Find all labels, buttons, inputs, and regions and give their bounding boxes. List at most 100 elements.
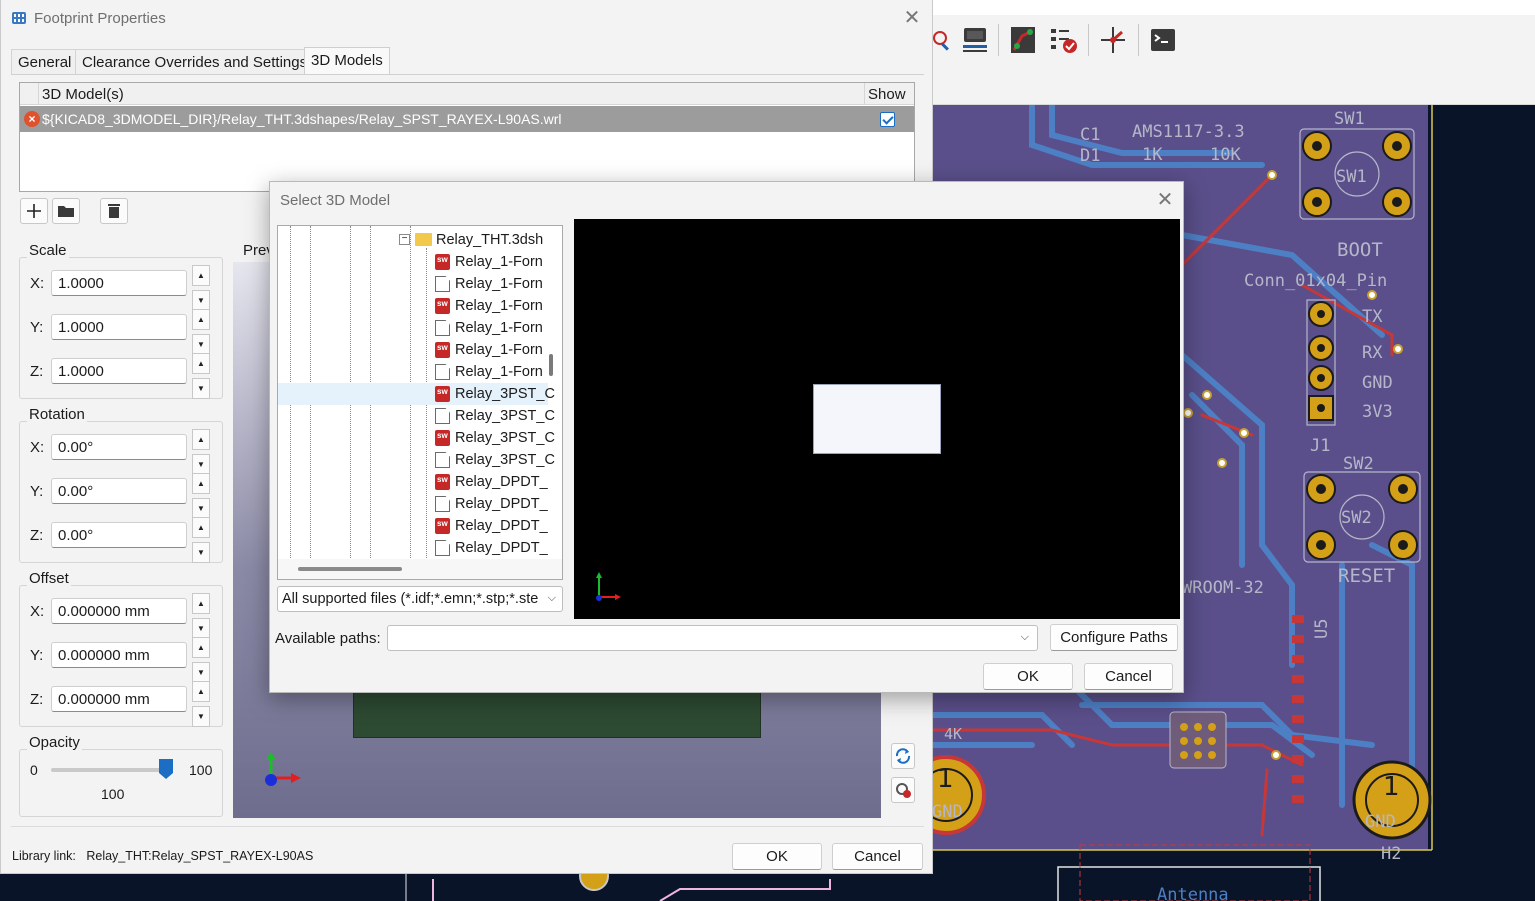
rotation-x-field[interactable]: 0.00° xyxy=(51,434,187,460)
opacity-value: 100 xyxy=(101,786,125,802)
library-link-label: Library link: xyxy=(12,849,76,863)
offset-x-field[interactable]: 0.000000 mm xyxy=(51,598,187,624)
tab-3d-models[interactable]: 3D Models xyxy=(304,47,390,75)
tree-vertical-scroll-thumb[interactable] xyxy=(549,354,553,376)
footprint-app-icon xyxy=(12,12,26,24)
silk-hole-number-right: 1 xyxy=(1383,772,1400,802)
tree-file-label: Relay_1-Forn xyxy=(455,254,543,270)
tree-file-label: Relay_3PST_C xyxy=(455,452,555,468)
scale-z-spinner[interactable]: ▲ ▼ xyxy=(192,353,210,401)
3d-model-viewer[interactable] xyxy=(574,219,1180,619)
spin-up-icon: ▲ xyxy=(192,473,210,494)
preview-settings-button[interactable] xyxy=(891,777,915,803)
inspect-icon[interactable] xyxy=(932,24,962,56)
pcb-canvas-lower xyxy=(0,873,932,901)
tree-file-item[interactable]: Relay_3PST_C xyxy=(278,427,555,449)
toolbar-separator xyxy=(1088,24,1089,56)
spin-down-icon: ▼ xyxy=(192,498,210,519)
models-table-header: 3D Model(s) Show xyxy=(20,83,914,105)
collapse-icon[interactable]: − xyxy=(399,234,410,245)
available-paths-select[interactable]: ⌵ xyxy=(387,625,1038,651)
delete-model-button[interactable] xyxy=(100,198,128,224)
close-icon[interactable]: ✕ xyxy=(897,6,927,32)
rotation-y-spinner[interactable]: ▲ ▼ xyxy=(192,473,210,521)
offset-x-label: X: xyxy=(30,603,45,620)
silk-d1: D1 xyxy=(1080,146,1100,166)
scale-title: Scale xyxy=(27,242,69,259)
tree-file-item[interactable]: Relay_1-Forn xyxy=(278,273,548,295)
board-setup-icon[interactable] xyxy=(960,24,990,56)
solidworks-file-icon xyxy=(435,298,450,314)
scale-y-field[interactable]: 1.0000 xyxy=(51,314,187,340)
drc-icon[interactable] xyxy=(1048,24,1078,56)
tree-file-item[interactable]: Relay_DPDT_ xyxy=(278,515,548,537)
ok-button[interactable]: OK xyxy=(732,843,822,870)
silk-c1: C1 xyxy=(1080,125,1100,145)
scripting-icon[interactable] xyxy=(1098,24,1128,56)
tree-file-item[interactable]: Relay_3PST_C xyxy=(278,383,555,405)
available-paths-label: Available paths: xyxy=(275,630,381,647)
tree-file-item[interactable]: Relay_DPDT_ xyxy=(278,493,548,515)
scale-x-spinner[interactable]: ▲ ▼ xyxy=(192,265,210,313)
tree-file-item[interactable]: Relay_3PST_C xyxy=(278,449,555,471)
net-inspector-icon[interactable] xyxy=(1008,24,1038,56)
rotation-y-field[interactable]: 0.00° xyxy=(51,478,187,504)
solidworks-file-icon xyxy=(435,518,450,534)
terminal-icon[interactable] xyxy=(1148,24,1178,56)
scale-z-field[interactable]: 1.0000 xyxy=(51,358,187,384)
rotation-z-field[interactable]: 0.00° xyxy=(51,522,187,548)
tree-file-item[interactable]: Relay_1-Forn xyxy=(278,339,548,361)
show-checkbox[interactable] xyxy=(880,112,895,127)
tab-clearance-overrides[interactable]: Clearance Overrides and Settings xyxy=(75,49,315,74)
rotation-z-spinner[interactable]: ▲ ▼ xyxy=(192,517,210,565)
tree-horizontal-scroll-thumb[interactable] xyxy=(298,567,402,571)
scale-x-field[interactable]: 1.0000 xyxy=(51,270,187,296)
cancel-button[interactable]: Cancel xyxy=(1084,663,1173,690)
column-header-show[interactable]: Show xyxy=(868,86,906,103)
configure-paths-button[interactable]: Configure Paths xyxy=(1050,624,1178,651)
ok-button[interactable]: OK xyxy=(983,663,1073,690)
silk-ams: AMS1117-3.3 xyxy=(1132,122,1245,142)
tab-general[interactable]: General xyxy=(11,49,79,74)
opacity-slider-track[interactable] xyxy=(51,768,171,772)
chevron-down-icon: ⌵ xyxy=(547,592,556,604)
tree-file-item[interactable]: Relay_1-Forn xyxy=(278,251,548,273)
tree-file-item[interactable]: Relay_3PST_C xyxy=(278,405,555,427)
scale-y-spinner[interactable]: ▲ ▼ xyxy=(192,309,210,357)
silk-gnd: GND xyxy=(1362,373,1393,393)
tree-file-item[interactable]: Relay_DPDT_ xyxy=(278,537,548,559)
spin-up-icon: ▲ xyxy=(192,593,210,614)
silk-h2: H2 xyxy=(1381,844,1401,864)
offset-y-spinner[interactable]: ▲ ▼ xyxy=(192,637,210,685)
tree-file-label: Relay_3PST_C xyxy=(455,408,555,424)
model-file-tree[interactable]: − Relay_THT.3dsh Relay_1-Forn Relay_1-For… xyxy=(277,225,563,580)
cancel-button[interactable]: Cancel xyxy=(832,843,923,870)
toolbar-separator xyxy=(998,24,999,56)
add-model-button[interactable] xyxy=(20,198,48,224)
tree-file-label: Relay_DPDT_ xyxy=(455,518,548,534)
tree-file-item[interactable]: Relay_1-Forn xyxy=(278,317,548,339)
tree-folder[interactable]: − Relay_THT.3dsh xyxy=(278,229,548,251)
close-icon[interactable]: ✕ xyxy=(1150,188,1180,212)
models-table[interactable]: 3D Model(s) Show × ${KICAD8_3DMODEL_DIR}… xyxy=(19,82,915,192)
spin-down-icon: ▼ xyxy=(192,378,210,399)
offset-z-spinner[interactable]: ▲ ▼ xyxy=(192,681,210,729)
reload-preview-button[interactable] xyxy=(891,743,915,769)
silk-r10k: 10K xyxy=(1210,145,1241,165)
offset-x-spinner[interactable]: ▲ ▼ xyxy=(192,593,210,641)
rotation-x-spinner[interactable]: ▲ ▼ xyxy=(192,429,210,477)
tree-file-item[interactable]: Relay_DPDT_ xyxy=(278,471,548,493)
tree-file-item[interactable]: Relay_1-Forn xyxy=(278,361,548,383)
offset-z-field[interactable]: 0.000000 mm xyxy=(51,686,187,712)
spin-up-icon: ▲ xyxy=(192,429,210,450)
model-placeholder-box xyxy=(813,384,941,454)
model-path[interactable]: ${KICAD8_3DMODEL_DIR}/Relay_THT.3dshapes… xyxy=(42,111,562,127)
footer-separator xyxy=(11,826,924,827)
browse-model-button[interactable] xyxy=(52,198,80,224)
tree-file-item[interactable]: Relay_1-Forn xyxy=(278,295,548,317)
file-type-filter[interactable]: All supported files (*.idf;*.emn;*.stp;*… xyxy=(277,586,563,612)
table-row[interactable]: × ${KICAD8_3DMODEL_DIR}/Relay_THT.3dshap… xyxy=(20,106,914,132)
column-header-model[interactable]: 3D Model(s) xyxy=(42,86,124,103)
offset-y-field[interactable]: 0.000000 mm xyxy=(51,642,187,668)
spin-down-icon: ▼ xyxy=(192,454,210,475)
